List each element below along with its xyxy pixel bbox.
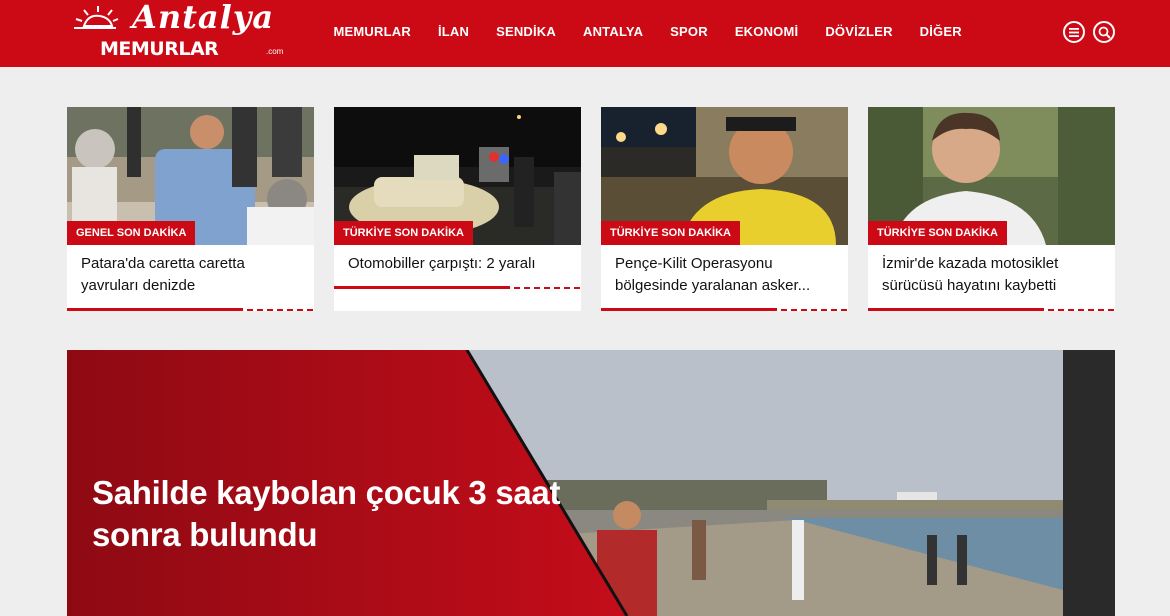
nav-item-dovizler[interactable]: DÖVİZLER — [825, 24, 892, 39]
news-card[interactable]: TÜRKİYE SON DAKİKA Pençe-Kilit Operasyon… — [601, 107, 848, 311]
search-icon — [1098, 26, 1111, 39]
nav-item-sendika[interactable]: SENDİKA — [496, 24, 556, 39]
card-divider — [868, 308, 1115, 311]
category-tag[interactable]: TÜRKİYE SON DAKİKA — [334, 221, 474, 245]
logo-main-text: MEMURLAR — [100, 38, 219, 60]
search-button[interactable] — [1093, 21, 1115, 43]
category-tag[interactable]: TÜRKİYE SON DAKİKA — [601, 221, 741, 245]
featured-news[interactable]: Sahilde kaybolan çocuk 3 saat sonra bulu… — [67, 350, 1115, 616]
news-card-title[interactable]: Patara'da caretta caretta yavruları deni… — [81, 253, 303, 297]
menu-button[interactable] — [1063, 21, 1085, 43]
nav-item-memurlar[interactable]: MEMURLAR — [334, 24, 411, 39]
logo-script-text: Antalya — [132, 0, 275, 36]
news-card-title[interactable]: Otomobiller çarpıştı: 2 yaralı — [348, 253, 570, 275]
category-tag[interactable]: GENEL SON DAKİKA — [67, 221, 196, 245]
card-divider — [601, 308, 848, 311]
nav-item-antalya[interactable]: ANTALYA — [583, 24, 643, 39]
sun-icon — [74, 6, 119, 29]
news-card[interactable]: TÜRKİYE SON DAKİKA Otomobiller çarpıştı:… — [334, 107, 581, 311]
card-divider — [334, 286, 581, 289]
nav-item-ilan[interactable]: İLAN — [438, 24, 469, 39]
category-tag[interactable]: TÜRKİYE SON DAKİKA — [868, 221, 1008, 245]
main-nav: MEMURLAR İLAN SENDİKA ANTALYA SPOR EKONO… — [320, 0, 975, 62]
news-card-title[interactable]: İzmir'de kazada motosiklet sürücüsü haya… — [882, 253, 1104, 297]
nav-item-diger[interactable]: DİĞER — [920, 24, 962, 39]
card-divider — [67, 308, 314, 311]
nav-item-spor[interactable]: SPOR — [670, 24, 708, 39]
news-card-title[interactable]: Pençe-Kilit Operasyonu bölgesinde yarala… — [615, 253, 837, 297]
news-card[interactable]: TÜRKİYE SON DAKİKA İzmir'de kazada motos… — [868, 107, 1115, 311]
site-header: Antalya MEMURLAR .com MEMURLAR İLAN SEND… — [0, 0, 1170, 67]
site-logo[interactable]: Antalya MEMURLAR .com — [70, 0, 300, 67]
news-card[interactable]: GENEL SON DAKİKA Patara'da caretta caret… — [67, 107, 314, 311]
nav-item-ekonomi[interactable]: EKONOMİ — [735, 24, 799, 39]
menu-icon — [1069, 27, 1079, 37]
logo-suffix-text: .com — [266, 47, 284, 56]
featured-news-title[interactable]: Sahilde kaybolan çocuk 3 saat sonra bulu… — [92, 472, 572, 556]
